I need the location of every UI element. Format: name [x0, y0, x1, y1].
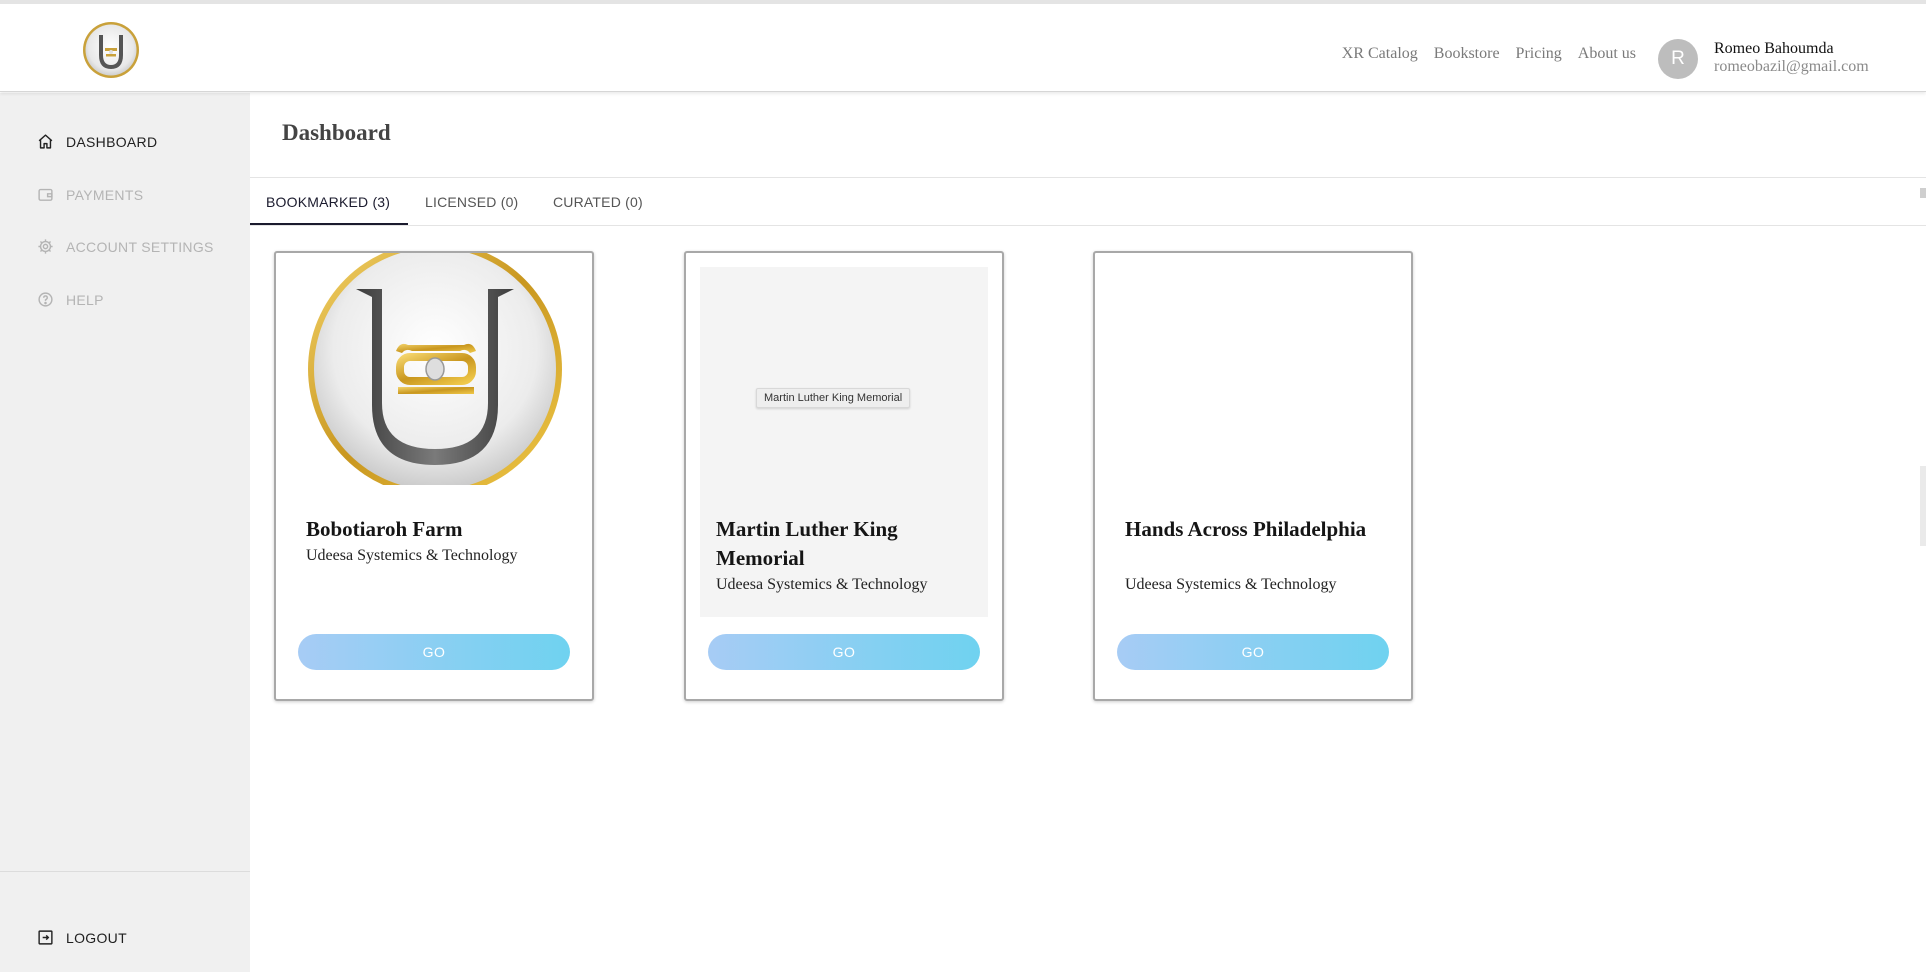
active-tab-indicator: [250, 223, 408, 225]
udeesa-logo-image: [308, 253, 562, 485]
user-email: romeobazil@gmail.com: [1714, 58, 1869, 75]
logout-button[interactable]: LOGOUT: [37, 929, 127, 946]
wallet-icon: [38, 188, 53, 201]
sidebar-item-account-settings[interactable]: ACCOUNT SETTINGS: [37, 238, 214, 255]
card-title: Martin Luther King Memorial: [716, 517, 898, 570]
tab-bar: BOOKMARKED (3) LICENSED (0) CURATED (0): [250, 178, 1926, 226]
app-header: XR Catalog Bookstore Pricing About us R …: [0, 4, 1926, 92]
card-subtitle: Udeesa Systemics & Technology: [1125, 576, 1337, 593]
nav-pricing[interactable]: Pricing: [1516, 45, 1562, 63]
sidebar-item-label: ACCOUNT SETTINGS: [66, 238, 214, 255]
user-name: Romeo Bahoumda: [1714, 40, 1834, 57]
sidebar: DASHBOARD PAYMENTS ACCOUNT SETTINGS HELP…: [0, 93, 250, 972]
sidebar-item-label: PAYMENTS: [66, 186, 144, 203]
go-button[interactable]: GO: [298, 634, 570, 670]
nav-xr-catalog[interactable]: XR Catalog: [1342, 45, 1418, 63]
experience-card[interactable]: Martin Luther King Memorial Martin Luthe…: [684, 251, 1004, 701]
logout-icon: [38, 930, 53, 945]
experience-card[interactable]: Bobotiaroh Farm Udeesa Systemics & Techn…: [274, 251, 594, 701]
page-title: Dashboard: [282, 120, 391, 145]
tab-bookmarked[interactable]: BOOKMARKED (3): [266, 178, 390, 226]
card-title: Bobotiaroh Farm: [306, 517, 463, 541]
go-button[interactable]: GO: [1117, 634, 1389, 670]
nav-about-us[interactable]: About us: [1578, 45, 1636, 63]
scroll-marker: [1920, 466, 1926, 546]
scroll-marker: [1920, 188, 1926, 198]
experience-card[interactable]: Hands Across Philadelphia Udeesa Systemi…: [1093, 251, 1413, 701]
logout-label: LOGOUT: [66, 929, 127, 946]
nav-bookstore[interactable]: Bookstore: [1434, 45, 1500, 63]
top-nav: XR Catalog Bookstore Pricing About us: [1342, 45, 1636, 63]
sidebar-item-help[interactable]: HELP: [37, 291, 104, 308]
sidebar-divider: [0, 871, 250, 872]
home-icon: [38, 134, 53, 149]
card-title: Hands Across Philadelphia: [1125, 517, 1367, 541]
image-alt-text: Martin Luther King Memorial: [756, 388, 911, 408]
sidebar-item-label: DASHBOARD: [66, 133, 158, 150]
help-icon: [38, 292, 53, 307]
sidebar-item-label: HELP: [66, 291, 104, 308]
gear-icon: [38, 239, 53, 254]
sidebar-item-payments[interactable]: PAYMENTS: [37, 186, 143, 203]
avatar[interactable]: R: [1658, 39, 1698, 79]
tab-curated[interactable]: CURATED (0): [553, 178, 643, 226]
udeesa-logo-icon[interactable]: [82, 21, 140, 79]
sidebar-item-dashboard[interactable]: DASHBOARD: [37, 133, 157, 150]
card-subtitle: Udeesa Systemics & Technology: [716, 576, 928, 593]
go-button[interactable]: GO: [708, 634, 980, 670]
card-subtitle: Udeesa Systemics & Technology: [306, 547, 518, 564]
tab-licensed[interactable]: LICENSED (0): [425, 178, 518, 226]
